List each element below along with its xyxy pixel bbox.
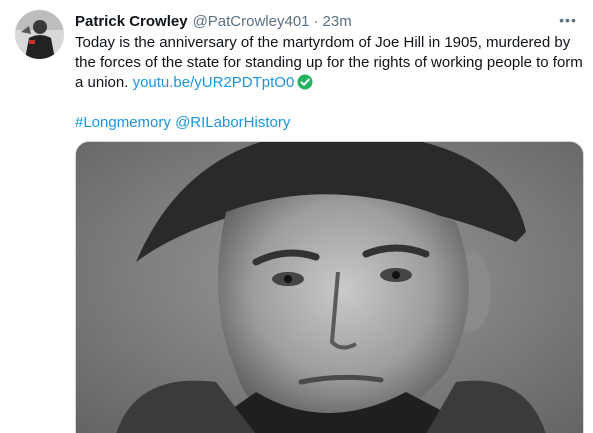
author-handle[interactable]: @PatCrowley401 xyxy=(193,13,310,30)
tweet-photo[interactable] xyxy=(75,141,584,433)
timestamp[interactable]: 23m xyxy=(323,13,352,30)
hashtag-longmemory[interactable]: #Longmemory xyxy=(75,114,171,131)
mention-rilaborhistory[interactable]: @RILaborHistory xyxy=(175,114,290,131)
author-name[interactable]: Patrick Crowley xyxy=(75,13,188,30)
check-circle-icon xyxy=(297,74,313,90)
separator: · xyxy=(313,12,319,30)
tweet[interactable]: Patrick Crowley @PatCrowley401 · 23m •••… xyxy=(0,0,593,433)
tweet-header: Patrick Crowley @PatCrowley401 · 23m ••• xyxy=(75,11,579,31)
avatar[interactable] xyxy=(15,10,64,59)
tweet-tags: #Longmemory @RILaborHistory xyxy=(75,113,585,133)
tweet-link[interactable]: youtu.be/yUR2PDTptO0 xyxy=(133,74,295,91)
tweet-text: Today is the anniversary of the martyrdo… xyxy=(75,33,585,133)
more-icon[interactable]: ••• xyxy=(557,9,579,31)
